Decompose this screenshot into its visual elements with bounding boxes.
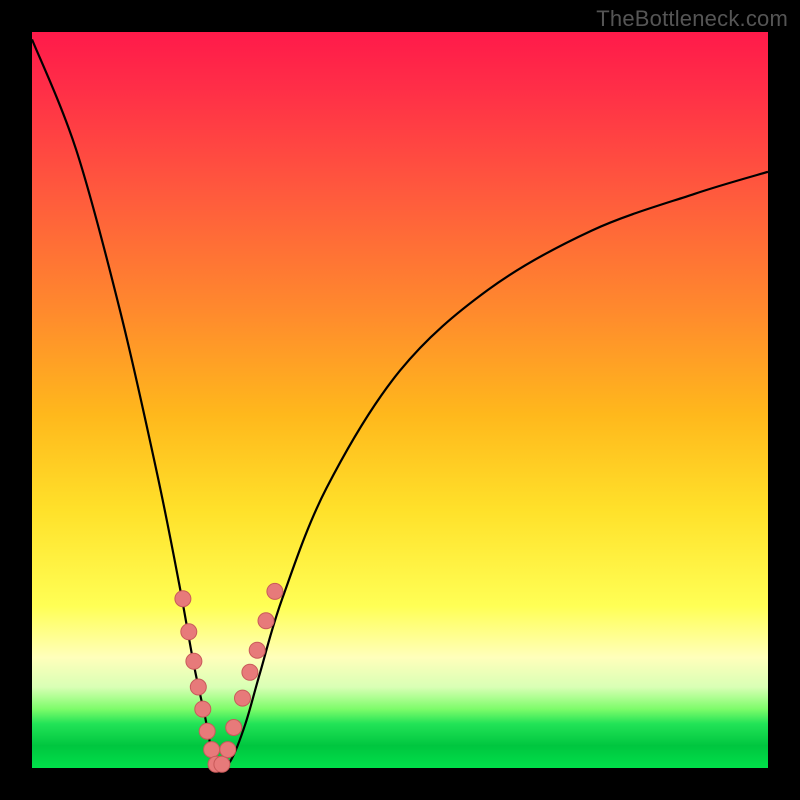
marker-dot <box>249 642 265 658</box>
bottleneck-curve <box>32 39 768 768</box>
watermark-text: TheBottleneck.com <box>596 6 788 32</box>
marker-dot <box>235 690 251 706</box>
marker-dot <box>220 742 236 758</box>
marker-dot <box>181 624 197 640</box>
marker-dots <box>175 583 283 772</box>
marker-dot <box>214 756 230 772</box>
marker-dot <box>204 742 220 758</box>
marker-dot <box>195 701 211 717</box>
plot-area <box>32 32 768 768</box>
marker-dot <box>242 664 258 680</box>
marker-dot <box>267 583 283 599</box>
marker-dot <box>186 653 202 669</box>
marker-dot <box>190 679 206 695</box>
chart-frame: TheBottleneck.com <box>0 0 800 800</box>
marker-dot <box>199 723 215 739</box>
marker-dot <box>175 591 191 607</box>
curve-svg <box>32 32 768 768</box>
marker-dot <box>226 720 242 736</box>
marker-dot <box>258 613 274 629</box>
